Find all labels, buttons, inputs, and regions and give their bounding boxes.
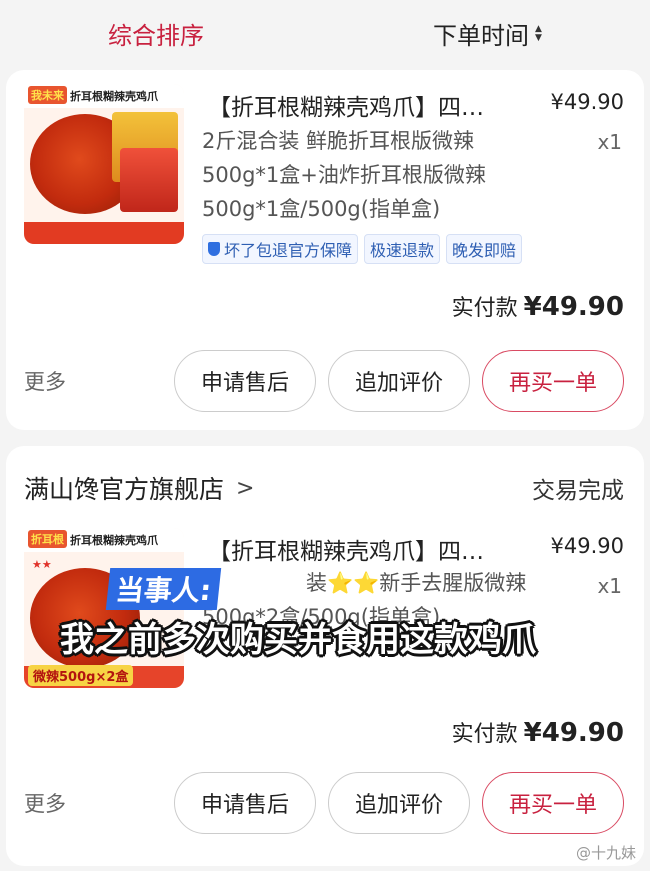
thumb-badge: 我未来: [28, 86, 67, 104]
paid-label: 实付款: [451, 296, 518, 321]
product-title[interactable]: 【折耳根糊辣壳鸡爪】四…: [208, 88, 508, 122]
shop-link[interactable]: 满山馋官方旗舰店 >: [24, 470, 254, 506]
sort-order-time-tab[interactable]: 下单时间 ▲ ▼: [433, 16, 542, 51]
after-sales-button[interactable]: 申请售后: [174, 772, 316, 834]
thumb-title: 折耳根糊辣壳鸡爪: [70, 534, 158, 547]
package-image: [120, 148, 178, 212]
sort-updown-icon: ▲ ▼: [535, 23, 542, 43]
shop-name: 满山馋官方旗舰店: [24, 475, 225, 504]
product-price: ¥49.90: [550, 534, 624, 558]
shop-header: 满山馋官方旗舰店 > 交易完成: [24, 470, 624, 506]
tag-fast-refund: 极速退款: [364, 234, 441, 264]
watermark: @十九妹: [575, 844, 636, 862]
after-sales-button[interactable]: 申请售后: [174, 350, 316, 412]
paid-amount: ¥49.90: [523, 718, 624, 748]
shield-icon: [208, 242, 220, 256]
add-review-button[interactable]: 追加评价: [328, 350, 470, 412]
paid-amount-row: 实付款 ¥49.90: [452, 290, 624, 322]
speaker-label: 当事人:: [105, 568, 222, 610]
service-tags: 坏了包退官方保障 极速退款 晚发即赔: [202, 234, 523, 264]
star-icon: ★★: [32, 558, 52, 571]
product-price: ¥49.90: [550, 90, 624, 114]
add-review-button[interactable]: 追加评价: [328, 772, 470, 834]
thumb-badge: 折耳根: [28, 530, 67, 548]
sort-comprehensive-tab[interactable]: 综合排序: [108, 16, 204, 51]
buy-again-button[interactable]: 再买一单: [482, 350, 624, 412]
thumb-strip: [24, 222, 184, 244]
product-spec: 2斤混合装 鲜脆折耳根版微辣500g*1盒+油炸折耳根版微辣500g*1盒/50…: [202, 129, 486, 221]
more-link[interactable]: 更多: [24, 788, 66, 818]
chevron-right-icon: >: [236, 475, 255, 501]
sort-order-time-label: 下单时间: [433, 22, 529, 50]
thumb-caption: 微辣500g×2盒: [28, 665, 134, 686]
video-subtitle: 我之前多次购买并食用这款鸡爪: [60, 620, 536, 660]
product-title[interactable]: 【折耳根糊辣壳鸡爪】四…: [208, 532, 508, 566]
tag-late-compensation: 晚发即赔: [446, 234, 523, 264]
more-link[interactable]: 更多: [24, 366, 66, 396]
tag-guarantee: 坏了包退官方保障: [202, 234, 359, 264]
paid-label: 实付款: [451, 722, 518, 747]
product-quantity: x1: [597, 574, 622, 598]
order-status: 交易完成: [532, 478, 624, 504]
product-quantity: x1: [597, 130, 622, 154]
paid-amount-row: 实付款 ¥49.90: [452, 716, 624, 748]
paid-amount: ¥49.90: [523, 292, 624, 322]
order-card: 我未来 折耳根糊辣壳鸡爪 【折耳根糊辣壳鸡爪】四… ¥49.90 2斤混合装 鲜…: [6, 70, 644, 430]
product-spec: 装⭐⭐新手去腥版微辣: [306, 571, 527, 595]
sort-bar: 综合排序 下单时间 ▲ ▼: [0, 0, 650, 66]
thumb-title: 折耳根糊辣壳鸡爪: [70, 90, 158, 103]
buy-again-button[interactable]: 再买一单: [482, 772, 624, 834]
product-thumbnail[interactable]: 我未来 折耳根糊辣壳鸡爪: [24, 84, 184, 244]
